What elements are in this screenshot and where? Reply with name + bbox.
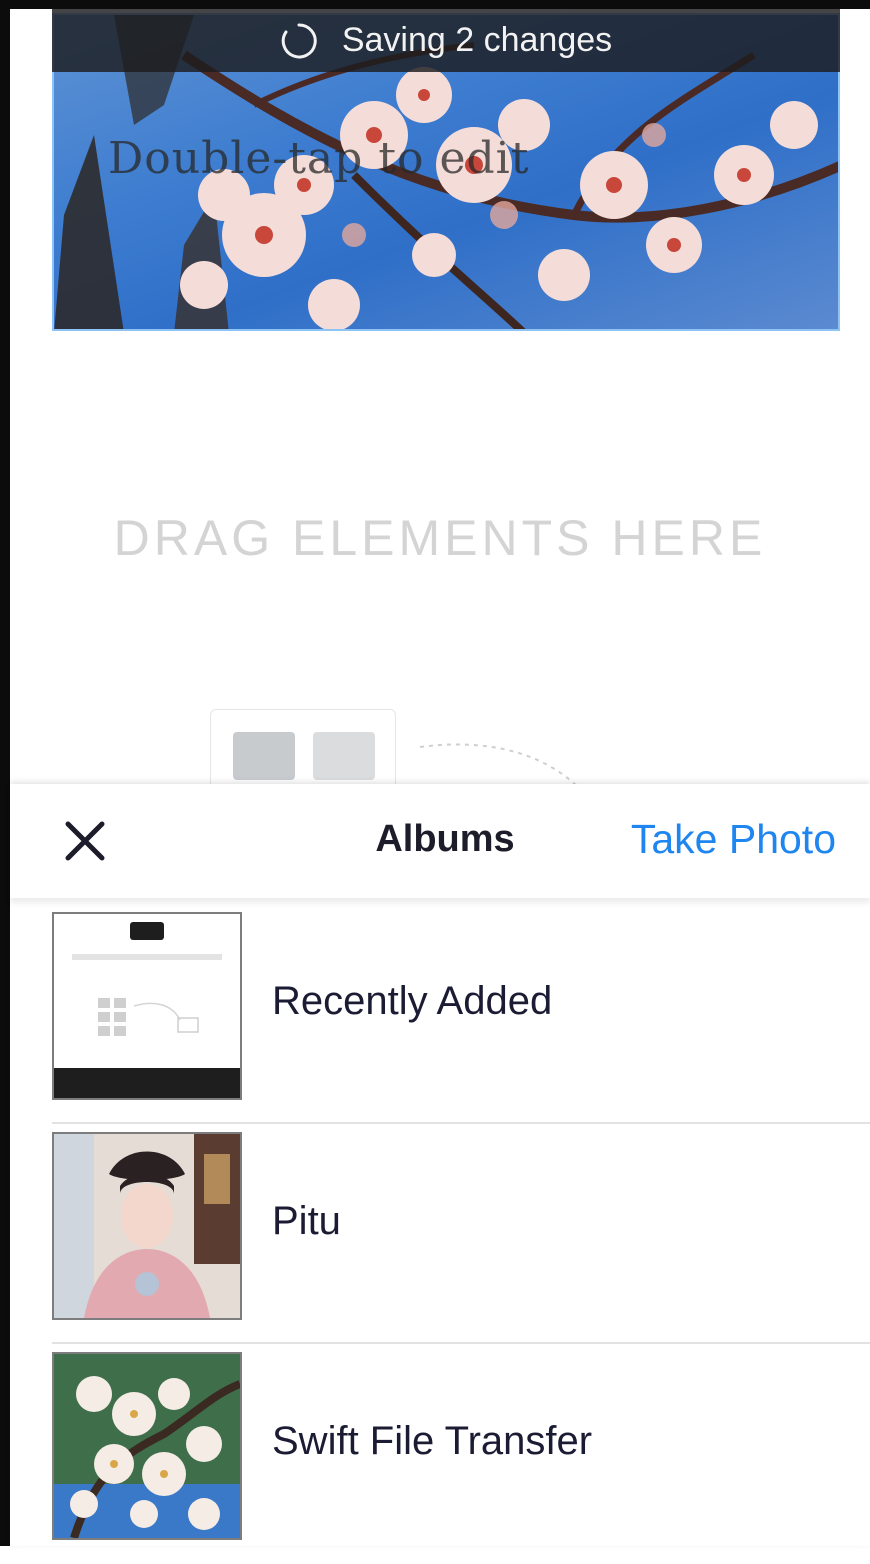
portrait-photo bbox=[54, 1134, 240, 1318]
hero-placeholder-text: Double-tap to edit bbox=[108, 133, 530, 184]
albums-sheet: Albums Take Photo Recently Added Pitu Sw… bbox=[10, 784, 870, 1546]
album-label: Pitu bbox=[272, 1199, 341, 1243]
album-label: Swift File Transfer bbox=[272, 1419, 593, 1463]
album-thumbnail bbox=[52, 1352, 242, 1540]
drop-zone-hint: DRAG ELEMENTS HERE bbox=[113, 510, 767, 566]
album-label: Recently Added bbox=[272, 979, 553, 1023]
album-row[interactable]: Pitu bbox=[10, 1124, 870, 1344]
layout-option-card[interactable] bbox=[210, 709, 396, 784]
loading-spinner-icon bbox=[281, 22, 317, 58]
album-thumbnail bbox=[52, 912, 242, 1100]
close-button[interactable] bbox=[60, 816, 110, 866]
saving-status-bar: Saving 2 changes bbox=[52, 9, 840, 72]
album-row[interactable]: Recently Added bbox=[10, 904, 870, 1124]
screenshot-thumbnail bbox=[54, 914, 240, 1098]
album-thumbnail bbox=[52, 1132, 242, 1320]
blossom-photo bbox=[54, 1354, 240, 1538]
frame-edge-top bbox=[10, 0, 870, 9]
sheet-title: Albums bbox=[375, 818, 515, 860]
saving-status-text: Saving 2 changes bbox=[341, 21, 613, 59]
frame-edge-left bbox=[0, 0, 10, 1546]
album-row[interactable]: Swift File Transfer bbox=[10, 1344, 870, 1564]
sheet-header: Albums Take Photo bbox=[10, 784, 870, 898]
connector-arc bbox=[419, 743, 577, 784]
layout-tile bbox=[313, 732, 375, 780]
layout-tile bbox=[233, 732, 295, 780]
editor-canvas[interactable]: Double-tap to edit Saving 2 changes DRAG… bbox=[10, 9, 870, 784]
close-icon bbox=[65, 821, 105, 861]
take-photo-button[interactable]: Take Photo bbox=[631, 816, 836, 863]
